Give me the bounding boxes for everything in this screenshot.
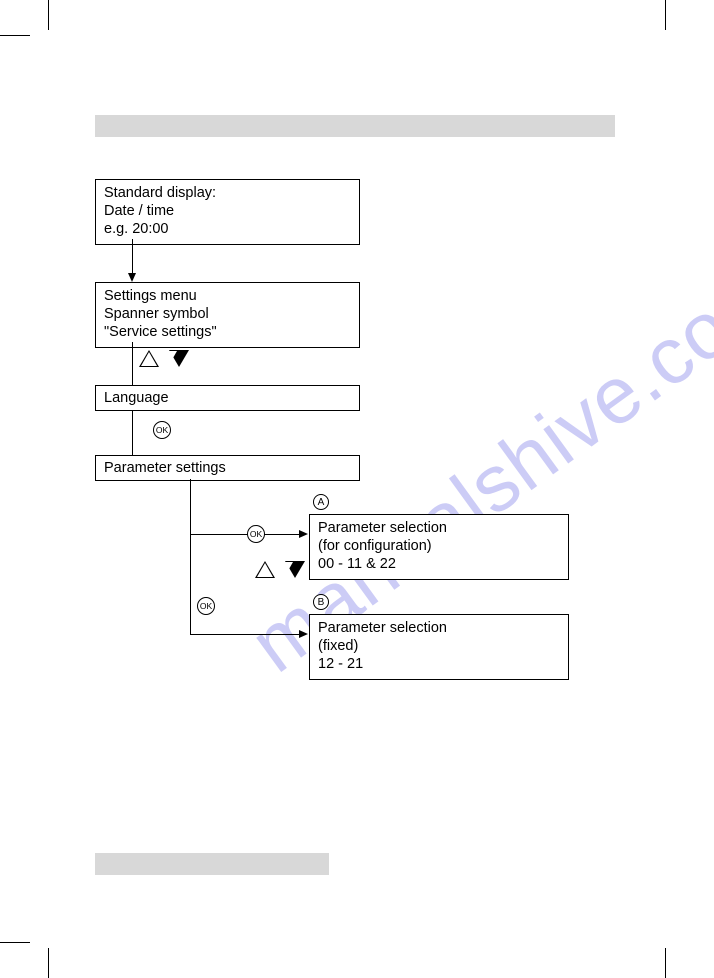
crop-mark	[665, 0, 666, 30]
arrow-right-icon	[190, 534, 300, 535]
ok-icon: OK	[247, 525, 265, 543]
crop-mark	[0, 35, 30, 36]
triangle-down-icon	[285, 561, 305, 578]
box-line: Date / time	[104, 202, 351, 220]
box-line: "Service settings"	[104, 323, 351, 341]
crop-mark	[665, 948, 666, 978]
box-line: (for configuration)	[318, 537, 560, 555]
triangle-up-icon: +	[255, 561, 275, 578]
ok-icon: OK	[197, 597, 215, 615]
box-line: Parameter selection	[318, 519, 560, 537]
box-line: Settings menu	[104, 287, 351, 305]
box-line: Parameter settings	[104, 459, 351, 477]
crop-mark	[48, 948, 49, 978]
header-bar	[95, 115, 615, 137]
box-standard-display: Standard display: Date / time e.g. 20:00	[95, 179, 360, 245]
arrow-right-icon	[190, 634, 300, 635]
plus-label: +	[263, 566, 268, 575]
box-line: Language	[104, 389, 351, 407]
box-line: Parameter selection	[318, 619, 560, 637]
box-line: Spanner symbol	[104, 305, 351, 323]
label-b-icon: B	[313, 594, 329, 610]
page-content: Standard display: Date / time e.g. 20:00…	[95, 115, 615, 815]
ok-icon: OK	[153, 421, 171, 439]
connector	[132, 342, 133, 385]
box-parameter-a: Parameter selection (for configuration) …	[309, 514, 569, 580]
connector	[190, 479, 191, 634]
box-line: 00 - 11 & 22	[318, 555, 560, 573]
flow-diagram: Standard display: Date / time e.g. 20:00…	[95, 179, 615, 739]
box-line: Standard display:	[104, 184, 351, 202]
box-parameter-settings: Parameter settings	[95, 455, 360, 481]
footer-bar	[95, 853, 329, 875]
arrow-down-icon	[132, 239, 133, 274]
box-language: Language	[95, 385, 360, 411]
connector	[132, 410, 133, 455]
box-line: 12 - 21	[318, 655, 560, 673]
crop-mark	[48, 0, 49, 30]
crop-mark	[0, 942, 30, 943]
triangle-down-icon	[169, 350, 189, 367]
box-line: e.g. 20:00	[104, 220, 351, 238]
box-settings-menu: Settings menu Spanner symbol "Service se…	[95, 282, 360, 348]
box-parameter-b: Parameter selection (fixed) 12 - 21	[309, 614, 569, 680]
triangle-up-icon: +	[139, 350, 159, 367]
label-a-icon: A	[313, 494, 329, 510]
plus-label: +	[147, 355, 152, 364]
box-line: (fixed)	[318, 637, 560, 655]
